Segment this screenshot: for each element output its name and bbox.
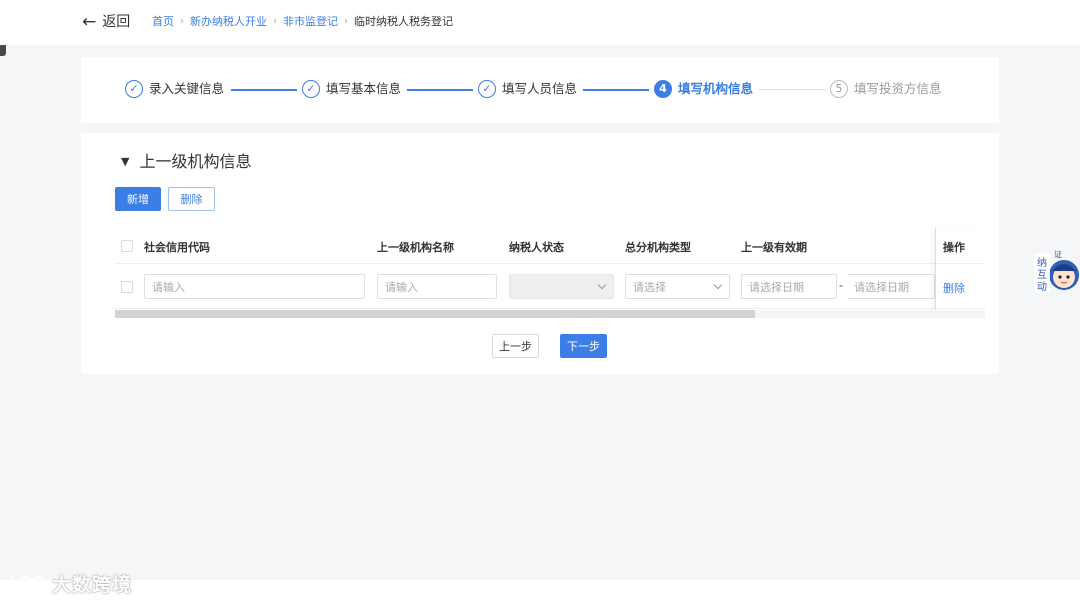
- date-range-separator: -: [839, 279, 843, 292]
- check-icon: ✓: [302, 80, 320, 98]
- step-label: 填写投资方信息: [854, 81, 942, 96]
- breadcrumb-non-market[interactable]: 非市监登记: [283, 14, 338, 30]
- table-header: 社会信用代码 上一级机构名称 纳税人状态 总分机构类型 上一级有效期 操作: [115, 228, 985, 264]
- chevron-right-icon: ›: [273, 16, 277, 27]
- step-connector: [231, 89, 297, 91]
- step-3: ✓ 填写人员信息: [478, 80, 577, 98]
- step-1: ✓ 录入关键信息: [125, 80, 224, 98]
- svg-text:互: 互: [1037, 269, 1047, 281]
- add-button[interactable]: 新增: [115, 187, 161, 211]
- back-button[interactable]: ← 返回: [82, 12, 130, 32]
- steps-card: ✓ 录入关键信息 ✓ 填写基本信息 ✓ 填写人员信息 4 填写机构信息 5 填写…: [81, 57, 999, 123]
- prev-step-button[interactable]: 上一步: [492, 334, 539, 358]
- assistant-mascot-button[interactable]: 纳 互 动 证: [1034, 247, 1080, 299]
- delete-button[interactable]: 删除: [168, 187, 215, 211]
- fixed-action-column: [935, 228, 985, 310]
- watermark-text: 大数跨境: [52, 574, 133, 596]
- watermark: 大数跨境: [8, 570, 132, 597]
- check-icon: ✓: [478, 80, 496, 98]
- chevron-right-icon: ›: [344, 16, 348, 27]
- bottom-strip: [0, 580, 1080, 605]
- select-all-checkbox[interactable]: [121, 240, 133, 252]
- taxpayer-status-select: [509, 274, 614, 299]
- step-5: 5 填写投资方信息: [830, 80, 942, 98]
- row-checkbox[interactable]: [121, 281, 133, 293]
- step-number: 4: [654, 80, 672, 98]
- mascot-icon: 纳 互 动 证: [1034, 250, 1079, 293]
- table-row: 请输入 请输入 请选择 请选择日期 - 请选择日期 删除: [115, 265, 985, 309]
- org-type-placeholder: 请选择: [633, 280, 666, 294]
- credit-code-input[interactable]: 请输入: [144, 274, 365, 299]
- svg-text:纳: 纳: [1037, 256, 1047, 269]
- watermark-logo-icon: [10, 575, 45, 593]
- back-label: 返回: [102, 14, 131, 30]
- date-start-picker[interactable]: 请选择日期: [741, 274, 837, 299]
- breadcrumb-current: 临时纳税人税务登记: [354, 15, 453, 28]
- scrollbar-thumb[interactable]: [115, 310, 755, 318]
- step-label: 录入关键信息: [149, 81, 225, 96]
- chevron-down-icon: [713, 280, 723, 290]
- parent-name-input[interactable]: 请输入: [377, 274, 497, 299]
- step-2: ✓ 填写基本信息: [302, 80, 401, 98]
- step-number: 5: [830, 80, 848, 98]
- breadcrumb-home[interactable]: 首页: [152, 14, 174, 30]
- column-credit-code: 社会信用代码: [144, 241, 210, 254]
- step-4: 4 填写机构信息: [654, 80, 753, 98]
- caret-down-icon[interactable]: ▼: [121, 151, 129, 173]
- top-bar: ← 返回 首页 › 新办纳税人开业 › 非市监登记 › 临时纳税人税务登记: [0, 0, 1080, 45]
- breadcrumb: 首页 › 新办纳税人开业 › 非市监登记 › 临时纳税人税务登记: [152, 14, 453, 30]
- date-end-picker[interactable]: 请选择日期: [847, 274, 935, 299]
- horizontal-scrollbar[interactable]: [115, 310, 985, 318]
- chevron-down-icon: [597, 280, 607, 290]
- step-label: 填写人员信息: [502, 81, 578, 96]
- column-validity: 上一级有效期: [741, 241, 807, 254]
- step-connector: [759, 89, 825, 90]
- chevron-right-icon: ›: [180, 16, 184, 27]
- next-step-button[interactable]: 下一步: [560, 334, 607, 358]
- step-label: 填写机构信息: [678, 81, 754, 96]
- svg-text:证: 证: [1054, 250, 1062, 259]
- column-org-type: 总分机构类型: [625, 241, 691, 254]
- step-label: 填写基本信息: [326, 81, 402, 96]
- org-type-select[interactable]: 请选择: [625, 274, 730, 299]
- arrow-left-icon: ←: [82, 12, 97, 32]
- step-connector: [583, 89, 649, 91]
- step-connector: [407, 89, 473, 91]
- section-header[interactable]: ▼ 上一级机构信息: [121, 151, 251, 173]
- breadcrumb-new-taxpayer[interactable]: 新办纳税人开业: [190, 14, 267, 30]
- column-taxpayer-status: 纳税人状态: [509, 241, 564, 254]
- org-info-card: ▼ 上一级机构信息 新增 删除 社会信用代码 上一级机构名称 纳税人状态 总分机…: [81, 133, 999, 374]
- column-parent-name: 上一级机构名称: [377, 241, 454, 254]
- check-icon: ✓: [125, 80, 143, 98]
- section-title: 上一级机构信息: [139, 152, 252, 171]
- svg-text:动: 动: [1037, 281, 1047, 293]
